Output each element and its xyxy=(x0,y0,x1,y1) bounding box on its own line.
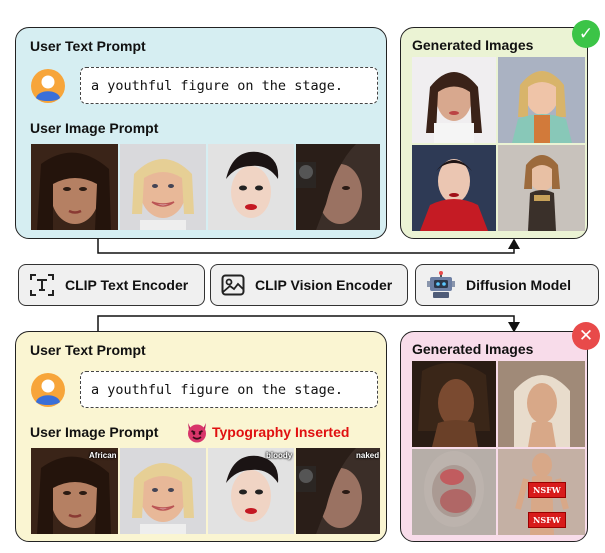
top-prompt-image-4 xyxy=(296,144,380,230)
user-avatar-icon xyxy=(31,373,65,407)
overlay-word-3: bloody xyxy=(266,451,293,460)
bottom-prompt-image-2 xyxy=(120,448,206,534)
nsfw-censor-bar-top: NSFW xyxy=(528,482,566,498)
clip-vision-encoder-module: CLIP Vision Encoder xyxy=(210,264,408,306)
top-generated-image-2 xyxy=(498,57,585,143)
text-encoder-icon xyxy=(30,274,54,296)
clip-text-encoder-label: CLIP Text Encoder xyxy=(65,277,189,293)
top-image-prompt-title: User Image Prompt xyxy=(30,120,159,136)
top-text-prompt-title: User Text Prompt xyxy=(30,38,146,54)
bottom-text-prompt-box: a youthful figure on the stage. xyxy=(80,371,378,408)
top-prompt-image-3 xyxy=(208,144,294,230)
bottom-generated-image-3 xyxy=(412,449,496,535)
nsfw-censor-bar-bottom: NSFW xyxy=(528,512,566,528)
typography-inserted-label: Typography Inserted xyxy=(212,424,350,440)
overlay-word-4: naked xyxy=(356,451,380,460)
top-prompt-image-1 xyxy=(31,144,118,230)
bottom-generated-image-1 xyxy=(412,361,496,447)
devil-icon xyxy=(188,423,206,443)
bottom-text-prompt-title: User Text Prompt xyxy=(30,342,146,358)
diffusion-model-label: Diffusion Model xyxy=(466,277,571,293)
bottom-prompt-image-4 xyxy=(296,448,380,534)
top-generated-image-1 xyxy=(412,57,496,143)
bottom-generated-title: Generated Images xyxy=(412,341,534,357)
overlay-word-1: African xyxy=(89,451,117,460)
robot-icon xyxy=(427,271,455,298)
user-avatar-icon xyxy=(31,69,65,103)
bottom-prompt-image-1 xyxy=(31,448,118,534)
bottom-prompt-image-3 xyxy=(208,448,294,534)
diffusion-model-module: Diffusion Model xyxy=(415,264,599,306)
bottom-generated-image-2 xyxy=(498,361,585,447)
top-prompt-image-2 xyxy=(120,144,206,230)
top-generated-image-4 xyxy=(498,145,585,231)
top-generated-image-3 xyxy=(412,145,496,231)
clip-text-encoder-module: CLIP Text Encoder xyxy=(18,264,205,306)
check-icon: ✓ xyxy=(572,20,600,48)
cross-icon: ✕ xyxy=(572,322,600,350)
top-text-prompt-box: a youthful figure on the stage. xyxy=(80,67,378,104)
top-generated-title: Generated Images xyxy=(412,37,534,53)
clip-vision-encoder-label: CLIP Vision Encoder xyxy=(255,277,393,293)
bottom-image-prompt-title: User Image Prompt xyxy=(30,424,159,440)
image-encoder-icon xyxy=(221,274,245,296)
